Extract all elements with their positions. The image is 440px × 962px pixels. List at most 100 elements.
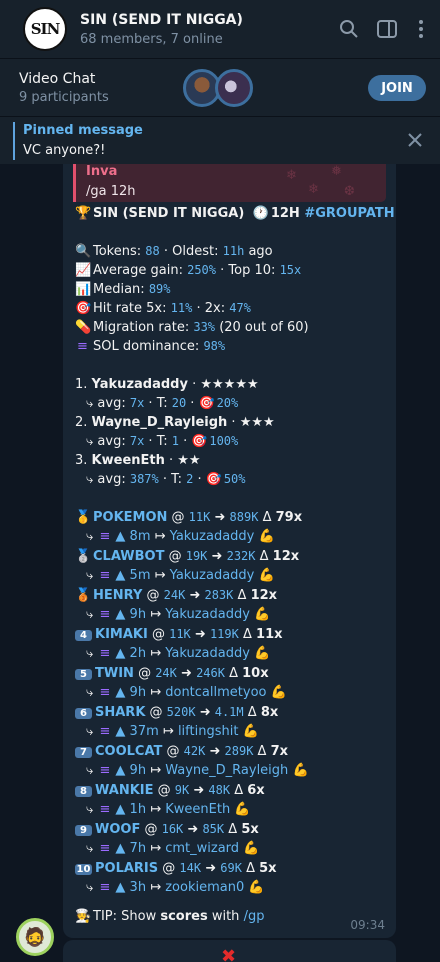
caller-link[interactable]: Yakuzadaddy xyxy=(170,568,255,583)
call-row: 10 POLARIS @ 14K ➜ 69K Δ 5x xyxy=(75,861,277,876)
caller-link[interactable]: cmt_wizard xyxy=(165,841,239,856)
leader-stats: ⤷ avg: 7x · T: 20 · 🎯 20% xyxy=(86,396,239,411)
stats-tokens: 🔍 Tokens: 88 · Oldest: 11h ago xyxy=(75,244,273,259)
flexed-biceps-icon: 💪 xyxy=(258,568,275,583)
chef-icon: 🧑‍🍳 xyxy=(75,909,92,924)
chat-header[interactable]: SIN SIN (SEND IT NIGGA) 68 members, 7 on… xyxy=(0,0,440,58)
message-time: 09:34 xyxy=(350,918,385,932)
token-link[interactable]: CLAWBOT xyxy=(93,549,164,564)
token-link[interactable]: POKEMON xyxy=(93,510,167,525)
token-link[interactable]: TWIN xyxy=(95,666,134,681)
caller-link[interactable]: Yakuzadaddy xyxy=(165,646,250,661)
caller-link[interactable]: zookieman0 xyxy=(165,880,244,895)
pill-icon: 💊 xyxy=(75,320,92,335)
sender-avatar[interactable]: 🧔 xyxy=(16,918,54,956)
caller-link[interactable]: liftingshit xyxy=(178,724,239,739)
call-row: 8 WANKIE @ 9K ➜ 48K Δ 6x xyxy=(75,783,265,798)
command-link[interactable]: /gp xyxy=(244,909,265,924)
caller-link[interactable]: dontcallmetyoo xyxy=(165,685,266,700)
target-icon: 🎯 xyxy=(198,396,215,411)
leader-stats: ⤷ avg: 387% · T: 2 · 🎯 50% xyxy=(86,472,246,487)
target-icon: 🎯 xyxy=(75,301,92,316)
call-detail: ⤷ ≡ ▲ 9h ↦ Wayne_D_Rayleigh 💪 xyxy=(86,763,309,778)
hashtag-link[interactable]: #GROUPATH xyxy=(304,206,394,221)
video-chat-bar[interactable]: Video Chat 9 participants JOIN xyxy=(0,58,440,116)
group-avatar[interactable]: SIN xyxy=(23,7,67,51)
leader-row: 2. Wayne_D_Rayleigh · ★★★ xyxy=(75,415,275,430)
call-detail: ⤷ ≡ ▲ 2h ↦ Yakuzadaddy 💪 xyxy=(86,646,271,661)
bar-chart-icon: 📊 xyxy=(75,282,92,297)
call-row: 🥈 CLAWBOT @ 19K ➜ 232K Δ 12x xyxy=(75,549,300,564)
pinned-title: Pinned message xyxy=(23,123,143,138)
solana-icon: ≡ xyxy=(99,646,111,661)
solana-icon: ≡ xyxy=(99,763,111,778)
call-row: 5 TWIN @ 24K ➜ 246K Δ 10x xyxy=(75,666,269,681)
pinned-message-bar[interactable]: Pinned message VC anyone?! xyxy=(0,116,440,164)
solana-icon: ≡ xyxy=(99,841,111,856)
medal-icon: 🥈 xyxy=(75,549,92,564)
call-detail: ⤷ ≡ ▲ 8m ↦ Yakuzadaddy 💪 xyxy=(86,529,275,544)
solana-icon: ≡ xyxy=(99,880,111,895)
search-icon[interactable] xyxy=(330,10,368,48)
flexed-biceps-icon: 💪 xyxy=(258,529,275,544)
leader-row: 1. Yakuzadaddy · ★★★★★ xyxy=(75,377,259,392)
token-link[interactable]: WANKIE xyxy=(95,783,154,798)
sidebar-toggle-icon[interactable] xyxy=(368,10,406,48)
solana-icon: ≡ xyxy=(99,568,111,583)
call-detail: ⤷ ≡ ▲ 5m ↦ Yakuzadaddy 💪 xyxy=(86,568,275,583)
token-link[interactable]: COOLCAT xyxy=(95,744,162,759)
caller-link[interactable]: KweenEth xyxy=(165,802,230,817)
rank-badge: 7 xyxy=(75,747,92,758)
caller-link[interactable]: Yakuzadaddy xyxy=(165,607,250,622)
stats-sol-dominance: ≡ SOL dominance: 98% xyxy=(75,339,225,354)
rank-badge: 8 xyxy=(75,786,92,797)
token-link[interactable]: POLARIS xyxy=(95,861,158,876)
call-row: 9 WOOF @ 16K ➜ 85K Δ 5x xyxy=(75,822,259,837)
call-row: 🥇 POKEMON @ 11K ➜ 889K Δ 79x xyxy=(75,510,303,525)
next-message-bubble[interactable]: ✖ xyxy=(63,940,396,962)
magnifier-icon: 🔍 xyxy=(75,244,92,259)
token-link[interactable]: WOOF xyxy=(95,822,140,837)
flexed-biceps-icon: 💪 xyxy=(270,685,287,700)
flexed-biceps-icon: 💪 xyxy=(254,607,271,622)
reply-text: /ga 12h xyxy=(86,184,136,199)
solana-icon: ≡ xyxy=(77,339,88,354)
pinned-text: VC anyone?! xyxy=(23,143,106,158)
video-chat-info: Video Chat 9 participants xyxy=(19,71,179,105)
flexed-biceps-icon: 💪 xyxy=(254,646,271,661)
snowflake-icon: ❄ xyxy=(308,182,319,197)
call-detail: ⤷ ≡ ▲ 37m ↦ liftingshit 💪 xyxy=(86,724,259,739)
stats-hit-rate: 🎯 Hit rate 5x: 11% · 2x: 47% xyxy=(75,301,251,316)
flexed-biceps-icon: 💪 xyxy=(248,880,265,895)
leader-stats: ⤷ avg: 7x · T: 1 · 🎯 100% xyxy=(86,434,239,449)
more-vert-icon[interactable] xyxy=(406,10,436,48)
flexed-biceps-icon: 💪 xyxy=(242,724,259,739)
reply-preview[interactable]: Inva /ga 12h ❄ ❅ ❄ ❆ xyxy=(73,164,386,202)
caller-link[interactable]: Yakuzadaddy xyxy=(170,529,255,544)
stats-migration: 💊 Migration rate: 33% (20 out of 60) xyxy=(75,320,309,335)
call-detail: ⤷ ≡ ▲ 7h ↦ cmt_wizard 💪 xyxy=(86,841,260,856)
leaderboard-title: 🏆 SIN (SEND IT NIGGA) 🕐 12H #GROUPATH xyxy=(75,206,395,221)
call-detail: ⤷ ≡ ▲ 9h ↦ dontcallmetyoo 💪 xyxy=(86,685,287,700)
solana-icon: ≡ xyxy=(99,607,111,622)
call-row: 6 SHARK @ 520K ➜ 4.1M Δ 8x xyxy=(75,705,278,720)
message-bubble[interactable]: Inva /ga 12h ❄ ❅ ❄ ❆ 🏆 SIN (SEND IT NIGGA… xyxy=(63,164,396,938)
join-button[interactable]: JOIN xyxy=(368,75,426,101)
chart-up-icon: 📈 xyxy=(75,263,92,278)
call-detail: ⤷ ≡ ▲ 9h ↦ Yakuzadaddy 💪 xyxy=(86,607,271,622)
token-link[interactable]: SHARK xyxy=(95,705,145,720)
call-detail: ⤷ ≡ ▲ 3h ↦ zookieman0 💪 xyxy=(86,880,265,895)
caller-link[interactable]: Wayne_D_Rayleigh xyxy=(165,763,288,778)
snowflake-icon: ❅ xyxy=(331,164,342,179)
medal-icon: 🥇 xyxy=(75,510,92,525)
call-row: 🥉 HENRY @ 24K ➜ 283K Δ 12x xyxy=(75,588,278,603)
medal-icon: 🥉 xyxy=(75,588,92,603)
solana-icon: ≡ xyxy=(99,724,111,739)
leader-row: 3. KweenEth · ★★ xyxy=(75,453,201,468)
participant-avatars xyxy=(183,66,283,110)
snowflake-icon: ❆ xyxy=(344,184,355,199)
header-text[interactable]: SIN (SEND IT NIGGA) 68 members, 7 online xyxy=(80,12,330,47)
token-link[interactable]: KIMAKI xyxy=(95,627,148,642)
token-link[interactable]: HENRY xyxy=(93,588,142,603)
close-icon[interactable] xyxy=(404,129,426,151)
